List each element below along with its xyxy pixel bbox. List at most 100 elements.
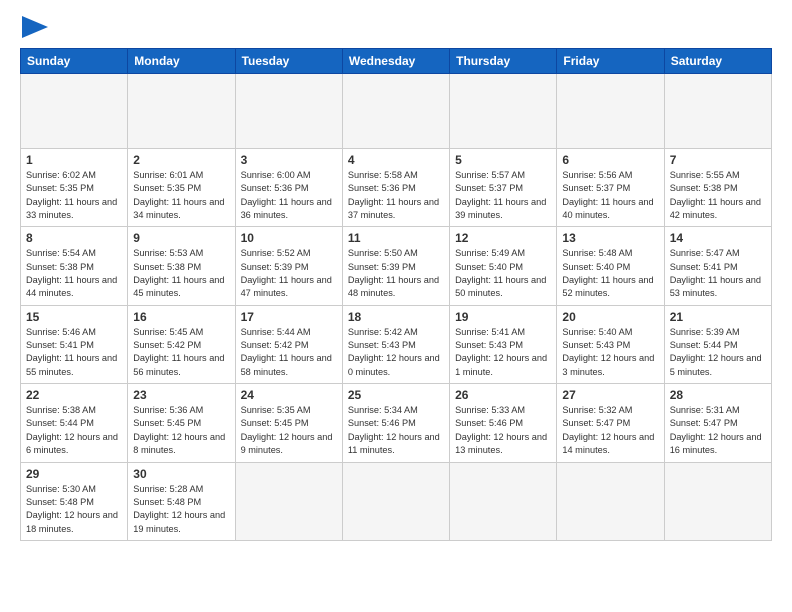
day-number: 10	[241, 231, 337, 245]
day-cell: 7 Sunrise: 5:55 AMSunset: 5:38 PMDaylight…	[664, 149, 771, 227]
day-info: Sunrise: 5:39 AMSunset: 5:44 PMDaylight:…	[670, 326, 766, 379]
day-number: 15	[26, 310, 122, 324]
day-number: 18	[348, 310, 444, 324]
weekday-header-saturday: Saturday	[664, 49, 771, 74]
day-cell	[21, 74, 128, 149]
day-info: Sunrise: 5:49 AMSunset: 5:40 PMDaylight:…	[455, 247, 551, 300]
day-info: Sunrise: 5:30 AMSunset: 5:48 PMDaylight:…	[26, 483, 122, 536]
day-info: Sunrise: 5:47 AMSunset: 5:41 PMDaylight:…	[670, 247, 766, 300]
day-number: 6	[562, 153, 658, 167]
day-cell	[664, 462, 771, 540]
day-cell	[450, 462, 557, 540]
calendar-table: SundayMondayTuesdayWednesdayThursdayFrid…	[20, 48, 772, 541]
day-info: Sunrise: 5:50 AMSunset: 5:39 PMDaylight:…	[348, 247, 444, 300]
day-cell: 26 Sunrise: 5:33 AMSunset: 5:46 PMDayligh…	[450, 384, 557, 462]
day-info: Sunrise: 5:54 AMSunset: 5:38 PMDaylight:…	[26, 247, 122, 300]
day-number: 25	[348, 388, 444, 402]
day-number: 12	[455, 231, 551, 245]
day-number: 17	[241, 310, 337, 324]
day-number: 7	[670, 153, 766, 167]
day-number: 28	[670, 388, 766, 402]
day-cell: 6 Sunrise: 5:56 AMSunset: 5:37 PMDaylight…	[557, 149, 664, 227]
day-cell: 8Sunrise: 5:54 AMSunset: 5:38 PMDaylight…	[21, 227, 128, 305]
day-info: Sunrise: 5:57 AMSunset: 5:37 PMDaylight:…	[455, 169, 551, 222]
day-info: Sunrise: 5:55 AMSunset: 5:38 PMDaylight:…	[670, 169, 766, 222]
weekday-header-thursday: Thursday	[450, 49, 557, 74]
day-cell: 10 Sunrise: 5:52 AMSunset: 5:39 PMDayligh…	[235, 227, 342, 305]
day-cell: 9Sunrise: 5:53 AMSunset: 5:38 PMDaylight…	[128, 227, 235, 305]
day-info: Sunrise: 5:52 AMSunset: 5:39 PMDaylight:…	[241, 247, 337, 300]
day-info: Sunrise: 5:44 AMSunset: 5:42 PMDaylight:…	[241, 326, 337, 379]
day-info: Sunrise: 5:41 AMSunset: 5:43 PMDaylight:…	[455, 326, 551, 379]
day-number: 30	[133, 467, 229, 481]
day-number: 19	[455, 310, 551, 324]
day-number: 20	[562, 310, 658, 324]
day-cell: 16Sunrise: 5:45 AMSunset: 5:42 PMDayligh…	[128, 305, 235, 383]
logo-flag-icon	[22, 16, 48, 38]
day-info: Sunrise: 5:40 AMSunset: 5:43 PMDaylight:…	[562, 326, 658, 379]
day-info: Sunrise: 5:35 AMSunset: 5:45 PMDaylight:…	[241, 404, 337, 457]
day-cell: 12 Sunrise: 5:49 AMSunset: 5:40 PMDayligh…	[450, 227, 557, 305]
day-number: 27	[562, 388, 658, 402]
day-info: Sunrise: 5:48 AMSunset: 5:40 PMDaylight:…	[562, 247, 658, 300]
week-row-2: 8Sunrise: 5:54 AMSunset: 5:38 PMDaylight…	[21, 227, 772, 305]
day-cell: 3 Sunrise: 6:00 AMSunset: 5:36 PMDaylight…	[235, 149, 342, 227]
weekday-header-tuesday: Tuesday	[235, 49, 342, 74]
day-number: 16	[133, 310, 229, 324]
day-info: Sunrise: 5:38 AMSunset: 5:44 PMDaylight:…	[26, 404, 122, 457]
day-cell	[557, 462, 664, 540]
day-number: 1	[26, 153, 122, 167]
day-cell: 20 Sunrise: 5:40 AMSunset: 5:43 PMDayligh…	[557, 305, 664, 383]
weekday-header-friday: Friday	[557, 49, 664, 74]
day-number: 11	[348, 231, 444, 245]
day-cell: 29 Sunrise: 5:30 AMSunset: 5:48 PMDayligh…	[21, 462, 128, 540]
day-cell: 22Sunrise: 5:38 AMSunset: 5:44 PMDayligh…	[21, 384, 128, 462]
day-info: Sunrise: 5:33 AMSunset: 5:46 PMDaylight:…	[455, 404, 551, 457]
day-info: Sunrise: 6:02 AMSunset: 5:35 PMDaylight:…	[26, 169, 122, 222]
day-info: Sunrise: 5:46 AMSunset: 5:41 PMDaylight:…	[26, 326, 122, 379]
day-number: 9	[133, 231, 229, 245]
weekday-header-monday: Monday	[128, 49, 235, 74]
day-cell: 4 Sunrise: 5:58 AMSunset: 5:36 PMDaylight…	[342, 149, 449, 227]
weekday-header-wednesday: Wednesday	[342, 49, 449, 74]
week-row-3: 15 Sunrise: 5:46 AMSunset: 5:41 PMDayligh…	[21, 305, 772, 383]
day-cell: 23 Sunrise: 5:36 AMSunset: 5:45 PMDayligh…	[128, 384, 235, 462]
day-cell: 1 Sunrise: 6:02 AMSunset: 5:35 PMDaylight…	[21, 149, 128, 227]
day-number: 29	[26, 467, 122, 481]
day-cell	[342, 74, 449, 149]
day-cell: 5Sunrise: 5:57 AMSunset: 5:37 PMDaylight…	[450, 149, 557, 227]
day-cell: 28 Sunrise: 5:31 AMSunset: 5:47 PMDayligh…	[664, 384, 771, 462]
day-info: Sunrise: 5:42 AMSunset: 5:43 PMDaylight:…	[348, 326, 444, 379]
day-number: 4	[348, 153, 444, 167]
day-number: 3	[241, 153, 337, 167]
day-cell	[235, 74, 342, 149]
day-cell: 11 Sunrise: 5:50 AMSunset: 5:39 PMDayligh…	[342, 227, 449, 305]
day-cell: 25Sunrise: 5:34 AMSunset: 5:46 PMDayligh…	[342, 384, 449, 462]
day-info: Sunrise: 5:31 AMSunset: 5:47 PMDaylight:…	[670, 404, 766, 457]
day-number: 23	[133, 388, 229, 402]
day-cell: 14Sunrise: 5:47 AMSunset: 5:41 PMDayligh…	[664, 227, 771, 305]
week-row-0	[21, 74, 772, 149]
week-row-4: 22Sunrise: 5:38 AMSunset: 5:44 PMDayligh…	[21, 384, 772, 462]
logo	[20, 16, 48, 38]
day-cell: 30 Sunrise: 5:28 AMSunset: 5:48 PMDayligh…	[128, 462, 235, 540]
weekday-header-sunday: Sunday	[21, 49, 128, 74]
day-number: 13	[562, 231, 658, 245]
day-cell	[557, 74, 664, 149]
day-cell: 13 Sunrise: 5:48 AMSunset: 5:40 PMDayligh…	[557, 227, 664, 305]
day-cell: 19 Sunrise: 5:41 AMSunset: 5:43 PMDayligh…	[450, 305, 557, 383]
day-cell: 2Sunrise: 6:01 AMSunset: 5:35 PMDaylight…	[128, 149, 235, 227]
day-number: 26	[455, 388, 551, 402]
day-info: Sunrise: 5:58 AMSunset: 5:36 PMDaylight:…	[348, 169, 444, 222]
day-cell	[342, 462, 449, 540]
calendar-page: SundayMondayTuesdayWednesdayThursdayFrid…	[0, 0, 792, 612]
day-info: Sunrise: 5:56 AMSunset: 5:37 PMDaylight:…	[562, 169, 658, 222]
day-info: Sunrise: 6:00 AMSunset: 5:36 PMDaylight:…	[241, 169, 337, 222]
day-number: 2	[133, 153, 229, 167]
day-cell	[450, 74, 557, 149]
day-info: Sunrise: 5:28 AMSunset: 5:48 PMDaylight:…	[133, 483, 229, 536]
day-info: Sunrise: 5:36 AMSunset: 5:45 PMDaylight:…	[133, 404, 229, 457]
day-cell: 17 Sunrise: 5:44 AMSunset: 5:42 PMDayligh…	[235, 305, 342, 383]
day-cell: 15 Sunrise: 5:46 AMSunset: 5:41 PMDayligh…	[21, 305, 128, 383]
day-cell: 18 Sunrise: 5:42 AMSunset: 5:43 PMDayligh…	[342, 305, 449, 383]
